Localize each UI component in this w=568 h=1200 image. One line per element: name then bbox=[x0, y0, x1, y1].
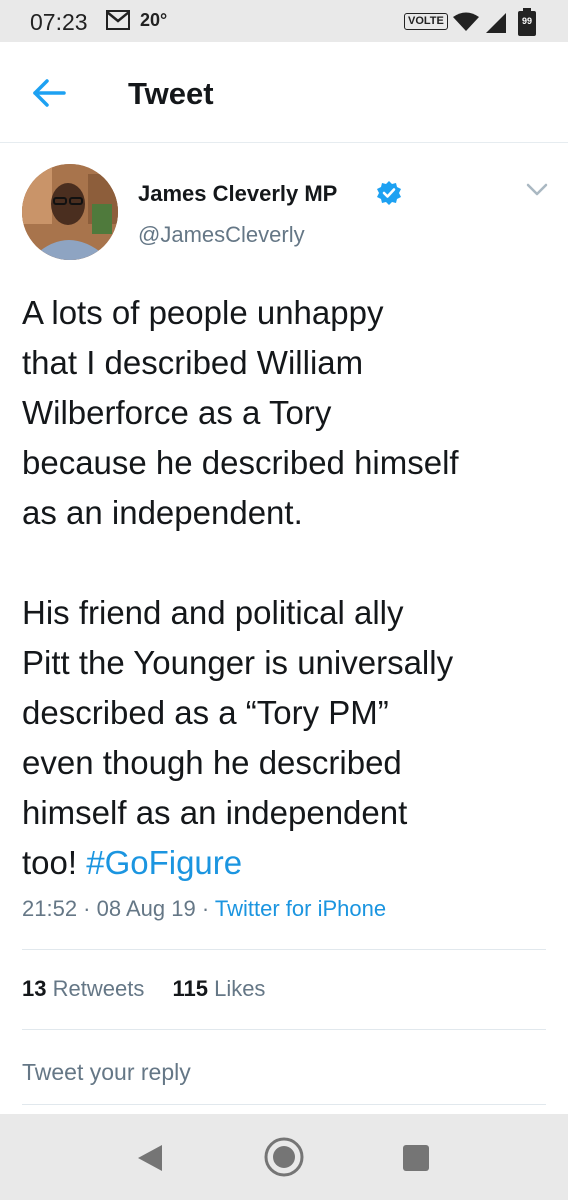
app-header: Tweet bbox=[0, 42, 568, 143]
retweets-count: 13 bbox=[22, 976, 47, 1001]
tweet-date: 08 Aug 19 bbox=[96, 896, 196, 921]
hashtag-link[interactable]: #GoFigure bbox=[86, 844, 242, 881]
signal-icon bbox=[486, 13, 506, 33]
author-handle[interactable]: @JamesCleverly bbox=[138, 222, 305, 248]
divider bbox=[22, 949, 546, 950]
meta-separator: · bbox=[77, 896, 97, 921]
divider bbox=[22, 1104, 546, 1105]
tweet-meta: 21:52 · 08 Aug 19 · Twitter for iPhone bbox=[22, 896, 386, 922]
status-temperature: 20° bbox=[140, 10, 168, 30]
tweet-source-link[interactable]: Twitter for iPhone bbox=[215, 896, 386, 921]
tweet-line: described as a “Tory PM” bbox=[22, 694, 389, 731]
page-title: Tweet bbox=[128, 76, 214, 111]
avatar-photo bbox=[22, 164, 118, 260]
verified-badge-icon bbox=[377, 181, 401, 205]
likes-stat[interactable]: 115 Likes bbox=[172, 976, 265, 1001]
meta-separator: · bbox=[195, 896, 215, 921]
tweet-line-text: too! bbox=[22, 844, 87, 881]
gmail-icon bbox=[106, 10, 130, 30]
tweet-line: Wilberforce as a Tory bbox=[22, 394, 332, 431]
tweet-line: Pitt the Younger is universally bbox=[22, 644, 454, 681]
chevron-down-icon[interactable] bbox=[525, 181, 549, 199]
status-bar: 07:23 20° VOLTE 99 bbox=[0, 0, 568, 42]
tweet-line: even though he described bbox=[22, 744, 402, 781]
volte-badge: VOLTE bbox=[404, 13, 448, 30]
author-name[interactable]: James Cleverly MP bbox=[138, 181, 337, 207]
tweet-line: His friend and political ally bbox=[22, 594, 404, 631]
status-time: 07:23 bbox=[30, 9, 88, 35]
battery-level: 99 bbox=[521, 16, 532, 26]
tweet-line: A lots of people unhappy bbox=[22, 294, 384, 331]
tweet-line: that I described William bbox=[22, 344, 364, 381]
square-recent-icon[interactable] bbox=[402, 1145, 430, 1171]
likes-label: Likes bbox=[214, 976, 266, 1001]
tweet-stats: 13 Retweets 115 Likes bbox=[22, 976, 265, 1002]
tweet-time: 21:52 bbox=[22, 896, 78, 921]
triangle-back-icon[interactable] bbox=[136, 1143, 164, 1173]
tweet-text: A lots of people unhappy that I describe… bbox=[22, 288, 558, 888]
arrow-left-icon[interactable] bbox=[32, 78, 66, 108]
tweet-line: as an independent. bbox=[22, 494, 303, 531]
tweet-line: too! #GoFigure bbox=[22, 838, 558, 888]
system-nav-bar bbox=[0, 1114, 568, 1200]
circle-home-icon[interactable] bbox=[263, 1136, 305, 1178]
wifi-icon bbox=[453, 12, 479, 31]
retweets-stat[interactable]: 13 Retweets bbox=[22, 976, 144, 1001]
retweets-label: Retweets bbox=[52, 976, 145, 1001]
tweet-line: himself as an independent bbox=[22, 794, 408, 831]
likes-count: 115 bbox=[172, 976, 208, 1001]
divider bbox=[22, 1029, 546, 1030]
reply-input[interactable]: Tweet your reply bbox=[22, 1059, 191, 1086]
avatar[interactable] bbox=[22, 164, 118, 260]
tweet-line: because he described himself bbox=[22, 444, 459, 481]
